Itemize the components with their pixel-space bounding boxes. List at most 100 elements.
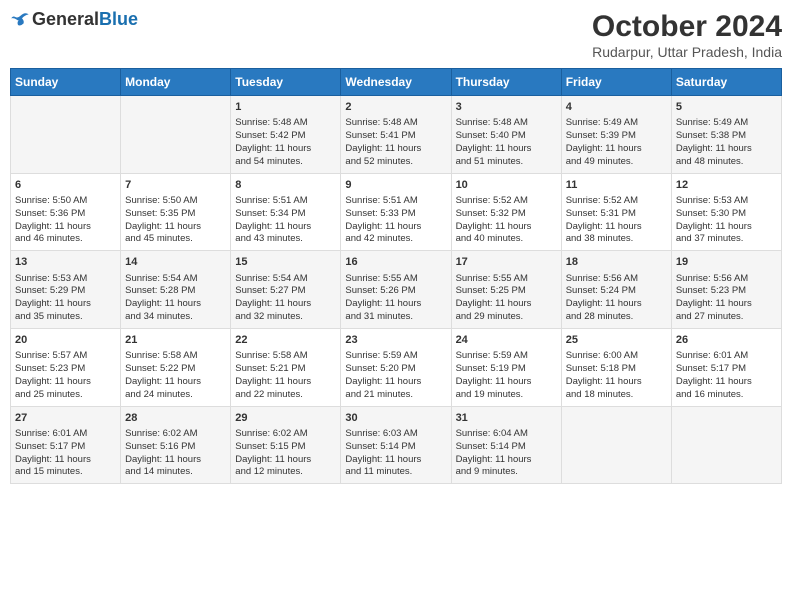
logo-icon — [10, 11, 30, 29]
day-number: 21 — [125, 333, 226, 348]
day-number: 31 — [456, 411, 557, 426]
day-header-thursday: Thursday — [451, 69, 561, 96]
day-info: Sunrise: 5:50 AM Sunset: 5:35 PM Dayligh… — [125, 195, 226, 246]
calendar-cell: 15 Sunrise: 5:54 AM Sunset: 5:27 PM Dayli… — [231, 251, 341, 329]
day-info: Sunrise: 6:00 AM Sunset: 5:18 PM Dayligh… — [566, 350, 667, 401]
day-info: Sunrise: 5:50 AM Sunset: 5:36 PM Dayligh… — [15, 195, 116, 246]
day-number: 7 — [125, 178, 226, 193]
day-info: Sunrise: 5:52 AM Sunset: 5:31 PM Dayligh… — [566, 195, 667, 246]
day-number: 5 — [676, 100, 777, 115]
calendar-cell: 17Sunrise: 5:55 AM Sunset: 5:25 PM Dayli… — [451, 251, 561, 329]
calendar-week-row: 1 Sunrise: 5:48 AM Sunset: 5:42 PM Daylig… — [11, 96, 782, 174]
calendar-table: SundayMondayTuesdayWednesdayThursdayFrid… — [10, 68, 782, 484]
calendar-cell: 3 Sunrise: 5:48 AM Sunset: 5:40 PM Daylig… — [451, 96, 561, 174]
day-info: Sunrise: 5:48 AM Sunset: 5:42 PM Dayligh… — [235, 117, 336, 168]
day-info: Sunrise: 5:58 AM Sunset: 5:22 PM Dayligh… — [125, 350, 226, 401]
calendar-cell: 16 Sunrise: 5:55 AM Sunset: 5:26 PM Dayli… — [341, 251, 451, 329]
day-header-wednesday: Wednesday — [341, 69, 451, 96]
day-info: Sunrise: 6:01 AM Sunset: 5:17 PM Dayligh… — [15, 428, 116, 479]
calendar-cell: 1 Sunrise: 5:48 AM Sunset: 5:42 PM Daylig… — [231, 96, 341, 174]
day-info: Sunrise: 5:53 AM Sunset: 5:29 PM Dayligh… — [15, 273, 116, 324]
page-title: October 2024 — [592, 10, 782, 44]
calendar-week-row: 13 Sunrise: 5:53 AM Sunset: 5:29 PM Dayli… — [11, 251, 782, 329]
calendar-cell: 13 Sunrise: 5:53 AM Sunset: 5:29 PM Dayli… — [11, 251, 121, 329]
day-number: 18 — [566, 255, 667, 270]
day-info: Sunrise: 5:54 AM Sunset: 5:27 PM Dayligh… — [235, 273, 336, 324]
day-number: 10 — [456, 178, 557, 193]
logo-general: General — [32, 9, 99, 29]
day-info: Sunrise: 6:04 AM Sunset: 5:14 PM Dayligh… — [456, 428, 557, 479]
day-number: 29 — [235, 411, 336, 426]
day-info: Sunrise: 5:56 AM Sunset: 5:23 PM Dayligh… — [676, 273, 777, 324]
day-info: Sunrise: 5:59 AM Sunset: 5:20 PM Dayligh… — [345, 350, 446, 401]
day-info: Sunrise: 5:51 AM Sunset: 5:34 PM Dayligh… — [235, 195, 336, 246]
calendar-cell: 27Sunrise: 6:01 AM Sunset: 5:17 PM Dayli… — [11, 406, 121, 484]
day-info: Sunrise: 5:54 AM Sunset: 5:28 PM Dayligh… — [125, 273, 226, 324]
calendar-cell: 30 Sunrise: 6:03 AM Sunset: 5:14 PM Dayli… — [341, 406, 451, 484]
day-header-saturday: Saturday — [671, 69, 781, 96]
calendar-cell: 23 Sunrise: 5:59 AM Sunset: 5:20 PM Dayli… — [341, 328, 451, 406]
day-number: 9 — [345, 178, 446, 193]
calendar-cell: 11 Sunrise: 5:52 AM Sunset: 5:31 PM Dayli… — [561, 173, 671, 251]
calendar-cell: 25 Sunrise: 6:00 AM Sunset: 5:18 PM Dayli… — [561, 328, 671, 406]
calendar-cell: 21 Sunrise: 5:58 AM Sunset: 5:22 PM Dayli… — [121, 328, 231, 406]
day-number: 19 — [676, 255, 777, 270]
day-info: Sunrise: 5:48 AM Sunset: 5:40 PM Dayligh… — [456, 117, 557, 168]
calendar-week-row: 6 Sunrise: 5:50 AM Sunset: 5:36 PM Daylig… — [11, 173, 782, 251]
day-info: Sunrise: 5:56 AM Sunset: 5:24 PM Dayligh… — [566, 273, 667, 324]
day-number: 13 — [15, 255, 116, 270]
calendar-cell: 19 Sunrise: 5:56 AM Sunset: 5:23 PM Dayli… — [671, 251, 781, 329]
day-number: 15 — [235, 255, 336, 270]
day-header-friday: Friday — [561, 69, 671, 96]
calendar-cell: 26Sunrise: 6:01 AM Sunset: 5:17 PM Dayli… — [671, 328, 781, 406]
day-header-monday: Monday — [121, 69, 231, 96]
day-info: Sunrise: 5:49 AM Sunset: 5:39 PM Dayligh… — [566, 117, 667, 168]
calendar-week-row: 20Sunrise: 5:57 AM Sunset: 5:23 PM Dayli… — [11, 328, 782, 406]
calendar-cell: 20Sunrise: 5:57 AM Sunset: 5:23 PM Dayli… — [11, 328, 121, 406]
day-number: 25 — [566, 333, 667, 348]
calendar-week-row: 27Sunrise: 6:01 AM Sunset: 5:17 PM Dayli… — [11, 406, 782, 484]
calendar-cell: 10 Sunrise: 5:52 AM Sunset: 5:32 PM Dayli… — [451, 173, 561, 251]
day-number: 4 — [566, 100, 667, 115]
calendar-cell — [121, 96, 231, 174]
day-info: Sunrise: 5:49 AM Sunset: 5:38 PM Dayligh… — [676, 117, 777, 168]
calendar-cell: 24 Sunrise: 5:59 AM Sunset: 5:19 PM Dayli… — [451, 328, 561, 406]
day-number: 24 — [456, 333, 557, 348]
day-info: Sunrise: 5:48 AM Sunset: 5:41 PM Dayligh… — [345, 117, 446, 168]
day-number: 16 — [345, 255, 446, 270]
calendar-cell: 9 Sunrise: 5:51 AM Sunset: 5:33 PM Daylig… — [341, 173, 451, 251]
day-number: 30 — [345, 411, 446, 426]
calendar-cell: 8Sunrise: 5:51 AM Sunset: 5:34 PM Daylig… — [231, 173, 341, 251]
day-info: Sunrise: 5:57 AM Sunset: 5:23 PM Dayligh… — [15, 350, 116, 401]
day-info: Sunrise: 5:51 AM Sunset: 5:33 PM Dayligh… — [345, 195, 446, 246]
day-info: Sunrise: 5:52 AM Sunset: 5:32 PM Dayligh… — [456, 195, 557, 246]
calendar-cell: 4 Sunrise: 5:49 AM Sunset: 5:39 PM Daylig… — [561, 96, 671, 174]
calendar-header-row: SundayMondayTuesdayWednesdayThursdayFrid… — [11, 69, 782, 96]
day-info: Sunrise: 6:01 AM Sunset: 5:17 PM Dayligh… — [676, 350, 777, 401]
title-block: October 2024 Rudarpur, Uttar Pradesh, In… — [592, 10, 782, 60]
day-number: 11 — [566, 178, 667, 193]
logo-blue: Blue — [99, 9, 138, 29]
calendar-cell: 5 Sunrise: 5:49 AM Sunset: 5:38 PM Daylig… — [671, 96, 781, 174]
day-number: 3 — [456, 100, 557, 115]
day-info: Sunrise: 5:59 AM Sunset: 5:19 PM Dayligh… — [456, 350, 557, 401]
day-number: 2 — [345, 100, 446, 115]
calendar-cell — [11, 96, 121, 174]
logo: GeneralBlue — [10, 10, 138, 30]
day-info: Sunrise: 6:03 AM Sunset: 5:14 PM Dayligh… — [345, 428, 446, 479]
day-number: 1 — [235, 100, 336, 115]
day-number: 14 — [125, 255, 226, 270]
day-number: 23 — [345, 333, 446, 348]
day-info: Sunrise: 5:55 AM Sunset: 5:26 PM Dayligh… — [345, 273, 446, 324]
calendar-cell: 18 Sunrise: 5:56 AM Sunset: 5:24 PM Dayli… — [561, 251, 671, 329]
page-subtitle: Rudarpur, Uttar Pradesh, India — [592, 44, 782, 60]
calendar-cell: 2 Sunrise: 5:48 AM Sunset: 5:41 PM Daylig… — [341, 96, 451, 174]
day-info: Sunrise: 5:53 AM Sunset: 5:30 PM Dayligh… — [676, 195, 777, 246]
day-number: 12 — [676, 178, 777, 193]
day-header-tuesday: Tuesday — [231, 69, 341, 96]
day-number: 22 — [235, 333, 336, 348]
day-number: 28 — [125, 411, 226, 426]
day-number: 6 — [15, 178, 116, 193]
day-header-sunday: Sunday — [11, 69, 121, 96]
calendar-cell: 29Sunrise: 6:02 AM Sunset: 5:15 PM Dayli… — [231, 406, 341, 484]
